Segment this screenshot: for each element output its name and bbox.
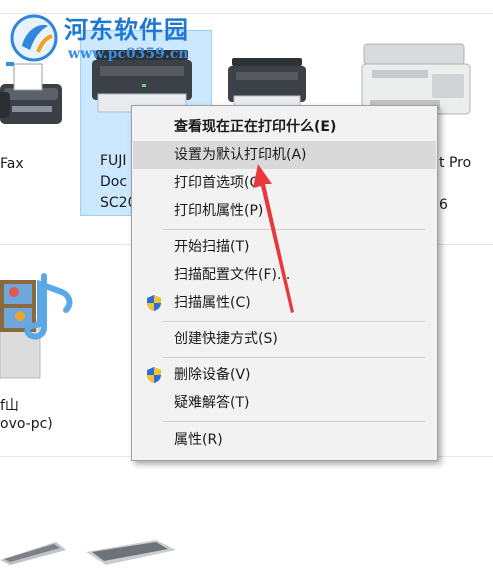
menu-item-label: 属性(R) (174, 432, 223, 448)
fuji-label-line1: FUJI (100, 153, 127, 169)
menu-item-label: 创建快捷方式(S) (174, 331, 278, 347)
media-device-label-line2: ovo-pc) (0, 416, 53, 432)
media-device-icon (0, 273, 73, 379)
menu-item-create-shortcut[interactable]: 创建快捷方式(S) (133, 325, 436, 353)
fax-device[interactable]: Fax (0, 48, 66, 188)
menu-item-properties[interactable]: 属性(R) (133, 426, 436, 454)
annotation-arrow-icon (253, 164, 294, 313)
media-device[interactable]: f山 ovo-pc) (0, 270, 80, 440)
menu-separator (163, 321, 425, 322)
menu-item-troubleshoot[interactable]: 疑难解答(T) (133, 389, 436, 417)
uac-shield-icon (147, 367, 161, 383)
multifunction-label-line1: t Pro (439, 155, 472, 171)
menu-item-label: 删除设备(V) (174, 367, 251, 383)
menu-item-label: 扫描属性(C) (174, 295, 251, 311)
keyboard-icon (0, 542, 66, 565)
menu-item-label: 开始扫描(T) (174, 239, 250, 255)
menu-separator (163, 357, 425, 358)
menu-item-see-whats-printing[interactable]: 查看现在正在打印什么(E) (133, 113, 436, 141)
menu-item-label: 疑难解答(T) (174, 395, 250, 411)
watermark-title: 河东软件园 (64, 15, 189, 44)
watermark-logo (10, 14, 58, 62)
menu-separator (163, 421, 425, 422)
multifunction-label-line2: 6 (439, 197, 448, 213)
menu-item-label: 查看现在正在打印什么(E) (174, 119, 337, 135)
fax-label: Fax (0, 156, 24, 172)
keyboard-device-2[interactable] (86, 536, 176, 565)
uac-shield-icon (147, 295, 161, 311)
fuji-label-line2: Doc (100, 174, 128, 190)
keyboard-device[interactable] (0, 530, 66, 565)
keyboard-icon (86, 540, 176, 565)
watermark-url: www.pc0359.cn (68, 46, 189, 62)
menu-item-remove-device[interactable]: 删除设备(V) (133, 361, 436, 389)
